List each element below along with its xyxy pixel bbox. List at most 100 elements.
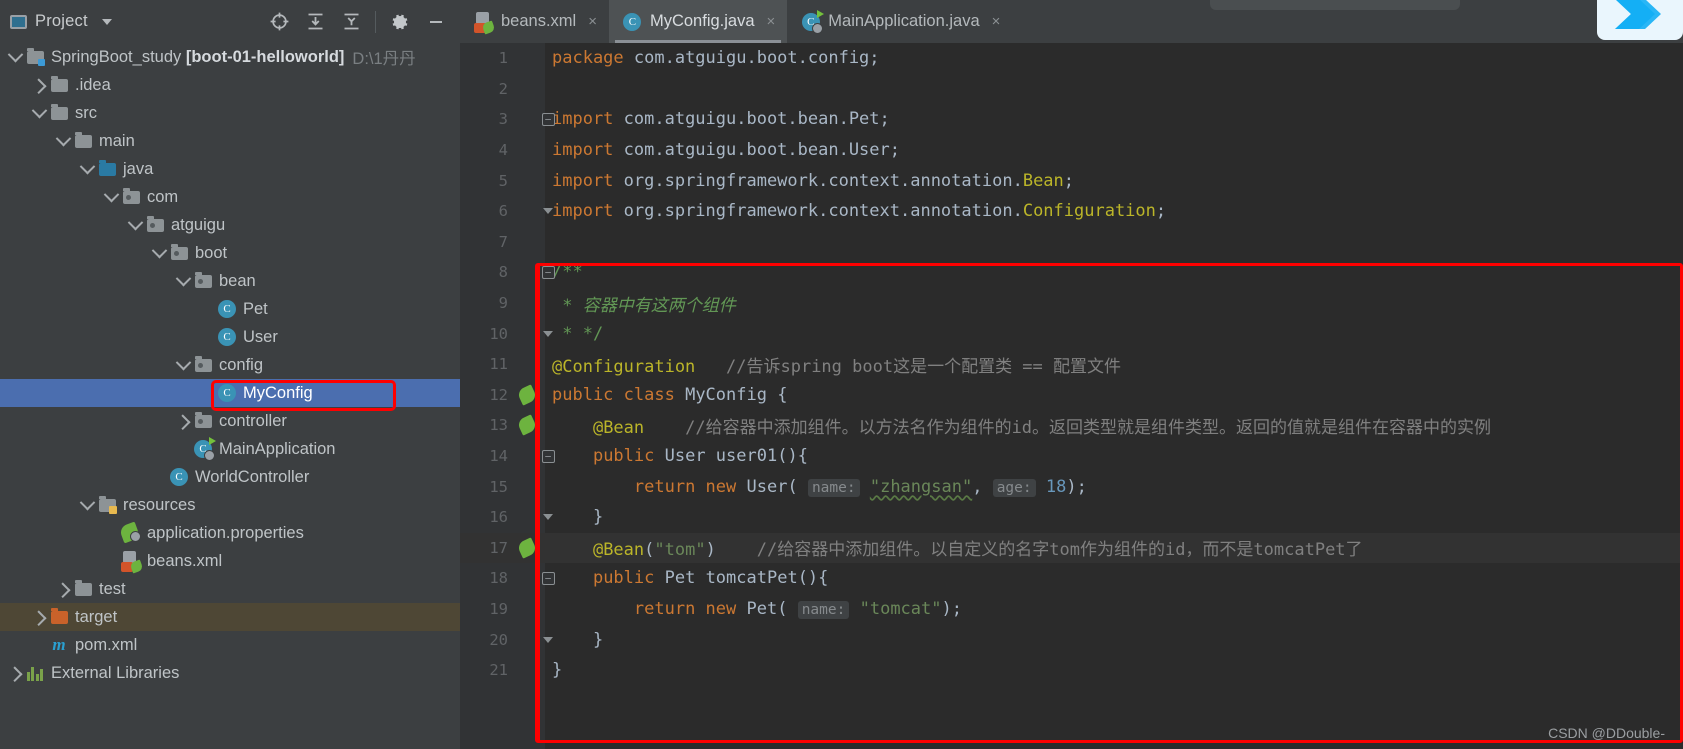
chevron-right-icon[interactable] [174,413,192,430]
code-line[interactable]: 15 return new User( name: "zhangsan", ag… [460,471,1683,502]
tree-item-pom-xml[interactable]: m pom.xml [0,631,460,659]
project-tree[interactable]: SpringBoot_study [boot-01-helloworld] D:\… [0,43,460,749]
code-line[interactable]: 3 − import com.atguigu.boot.bean.Pet; [460,104,1683,135]
tree-item--idea[interactable]: .idea [0,71,460,99]
code-line[interactable]: 13 @Bean //给容器中添加组件。以方法名作为组件的id。返回类型就是组件… [460,410,1683,441]
project-title: Project [35,12,88,30]
fold-end-icon[interactable] [540,330,556,337]
locate-icon[interactable] [261,6,297,38]
fold-end-icon[interactable] [540,636,556,643]
code-token: ); [1066,476,1087,497]
tree-item-worldcontroller[interactable]: C WorldController [0,463,460,491]
chevron-down-icon[interactable] [6,46,24,63]
code-line[interactable]: 14 − public User user01(){ [460,441,1683,472]
chevron-down-icon[interactable] [102,186,120,203]
tree-item-boot[interactable]: boot [0,239,460,267]
tree-item-pet[interactable]: C Pet [0,295,460,323]
editor-tab-myconfig-java[interactable]: C MyConfig.java × [608,0,788,43]
chevron-down-icon[interactable] [78,494,96,511]
chevron-down-icon[interactable] [54,130,72,147]
code-token: ) [705,540,716,561]
chevron-right-icon[interactable] [54,581,72,598]
code-line[interactable]: 21} [460,655,1683,686]
code-line[interactable]: 6 import org.springframework.context.anno… [460,196,1683,227]
tree-item-myconfig[interactable]: C MyConfig [0,379,460,407]
code-line[interactable]: 9 * 容器中有这两个组件 [460,288,1683,319]
code-token: { [777,384,788,405]
tree-item-path: D:\1丹丹 [352,50,416,68]
fold-collapse-icon[interactable]: − [540,571,556,585]
tree-item-java[interactable]: java [0,155,460,183]
code-line[interactable]: 18 − public Pet tomcatPet(){ [460,563,1683,594]
code-editor[interactable]: 1 package com.atguigu.boot.config; 2 3− impo… [460,43,1683,749]
fold-end-icon[interactable] [540,514,556,521]
chevron-down-icon[interactable] [30,102,48,119]
editor-tab-beans-xml[interactable]: beans.xml × [460,0,609,43]
tree-item-external-libraries[interactable]: External Libraries [0,659,460,687]
spring-boot-app-icon: C [192,437,216,461]
close-icon[interactable]: × [767,13,776,30]
fold-collapse-icon[interactable]: − [540,449,556,463]
tree-item-beans-xml[interactable]: beans.xml [0,547,460,575]
chevron-down-icon[interactable] [174,270,192,287]
code-line[interactable]: 11 @Configuration //告诉spring boot这是一个配置类 … [460,349,1683,380]
chevron-down-icon[interactable] [101,18,112,25]
tree-item-target[interactable]: target [0,603,460,631]
code-line[interactable]: 17 @Bean("tom") //给容器中添加组件。以自定义的名字tom作为组… [460,532,1683,564]
tree-item-src[interactable]: src [0,99,460,127]
tree-item-resources[interactable]: resources [0,491,460,519]
chevron-right-icon[interactable] [6,665,24,682]
tree-item-main[interactable]: main [0,127,460,155]
settings-gear-icon[interactable] [382,6,418,38]
share-badge-icon[interactable] [1597,0,1683,40]
project-title-group[interactable]: Project [10,12,112,31]
expand-all-icon[interactable] [297,6,333,38]
tree-item-controller[interactable]: controller [0,407,460,435]
code-line[interactable]: 4 import com.atguigu.boot.bean.User; [460,135,1683,166]
code-line[interactable]: 16 } [460,502,1683,533]
code-token: import [552,201,624,222]
chevron-down-icon[interactable] [126,214,144,231]
fold-collapse-icon[interactable]: − [540,112,556,126]
chevron-down-icon[interactable] [150,242,168,259]
fold-end-icon[interactable] [540,208,556,215]
close-icon[interactable]: × [588,13,597,30]
chevron-down-icon[interactable] [78,158,96,175]
code-line[interactable]: 19 return new Pet( name: "tomcat"); [460,594,1683,625]
editor-tab-mainapplication-java[interactable]: C MainApplication.java × [787,0,1012,43]
code-line[interactable]: 20 } [460,624,1683,655]
code-token: import [552,140,624,161]
tree-item-config[interactable]: config [0,351,460,379]
tree-item-application-properties[interactable]: application.properties [0,519,460,547]
spring-bean-nav-icon[interactable] [516,537,538,559]
chevron-right-icon[interactable] [30,77,48,94]
tree-item-com[interactable]: com [0,183,460,211]
minimize-icon[interactable] [418,6,454,38]
code-line[interactable]: 12 public class MyConfig { [460,380,1683,411]
tree-item-bean[interactable]: bean [0,267,460,295]
chevron-down-icon[interactable] [174,354,192,371]
spring-bean-nav-icon[interactable] [516,414,538,437]
tree-item-label: target [75,607,118,626]
code-line[interactable]: 5 import org.springframework.context.anno… [460,165,1683,196]
code-line[interactable]: 7 [460,227,1683,258]
tree-item-mainapplication[interactable]: C MainApplication [0,435,460,463]
tree-item-springboot-study[interactable]: SpringBoot_study [boot-01-helloworld] D:\… [0,43,460,71]
code-line[interactable]: 2 [460,74,1683,105]
code-line[interactable]: 1 package com.atguigu.boot.config; [460,43,1683,74]
code-line[interactable]: 8 −/** [460,257,1683,288]
spring-bean-icon[interactable] [516,384,538,406]
tree-item-label: boot [195,243,228,262]
line-number: 8 [498,263,508,282]
code-lines[interactable]: 1 package com.atguigu.boot.config; 2 3− impo… [460,43,1683,685]
tree-item-test[interactable]: test [0,575,460,603]
chevron-right-icon[interactable] [30,609,48,626]
line-number: 21 [489,661,508,680]
tree-item-user[interactable]: C User [0,323,460,351]
tree-item-label: resources [123,495,196,514]
tree-item-atguigu[interactable]: atguigu [0,211,460,239]
collapse-all-icon[interactable] [333,6,369,38]
close-icon[interactable]: × [992,13,1001,30]
fold-collapse-icon[interactable]: − [540,265,556,279]
code-line[interactable]: 10 * */ [460,318,1683,349]
